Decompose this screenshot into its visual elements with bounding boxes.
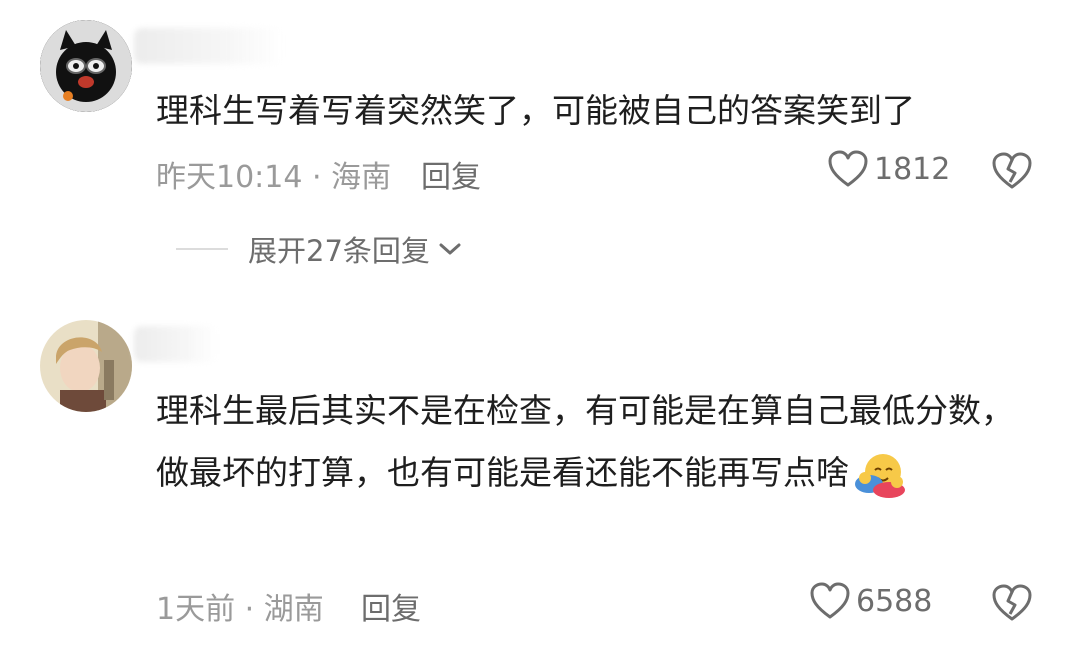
- expand-replies-label: 展开27条回复: [248, 234, 430, 268]
- like-button[interactable]: 1812: [828, 150, 950, 188]
- like-button[interactable]: 6588: [810, 582, 932, 620]
- like-count: 1812: [874, 151, 951, 187]
- hugging-face-emoji: [855, 453, 905, 498]
- heart-outline-icon: [810, 582, 850, 619]
- divider-line: [176, 248, 228, 250]
- comment-text: 理科生写着写着突然笑了，可能被自己的答案笑到了: [156, 91, 915, 130]
- like-count: 6588: [856, 583, 933, 619]
- person-avatar-image: [40, 320, 132, 412]
- comment-meta: 昨天10:14 · 海南: [156, 160, 392, 195]
- broken-heart-icon: [992, 152, 1032, 189]
- avatar[interactable]: [40, 320, 132, 412]
- avatar[interactable]: [40, 20, 132, 112]
- username-blurred[interactable]: [134, 326, 218, 362]
- comment-meta: 1天前 · 湖南: [156, 592, 324, 627]
- username-blurred[interactable]: [134, 28, 284, 64]
- reply-button[interactable]: 回复: [361, 584, 421, 628]
- heart-outline-icon: [828, 150, 868, 187]
- cat-avatar-image: [40, 20, 132, 112]
- dislike-button[interactable]: [992, 584, 1032, 626]
- broken-heart-icon: [992, 584, 1032, 621]
- comment-text: 理科生最后其实不是在检查，有可能是在算自己最低分数，做最坏的打算，也有可能是看还…: [156, 380, 1036, 504]
- dislike-button[interactable]: [992, 152, 1032, 194]
- reply-button[interactable]: 回复: [421, 152, 481, 196]
- chevron-down-icon: [439, 243, 461, 255]
- expand-replies-button[interactable]: 展开27条回复: [176, 228, 462, 270]
